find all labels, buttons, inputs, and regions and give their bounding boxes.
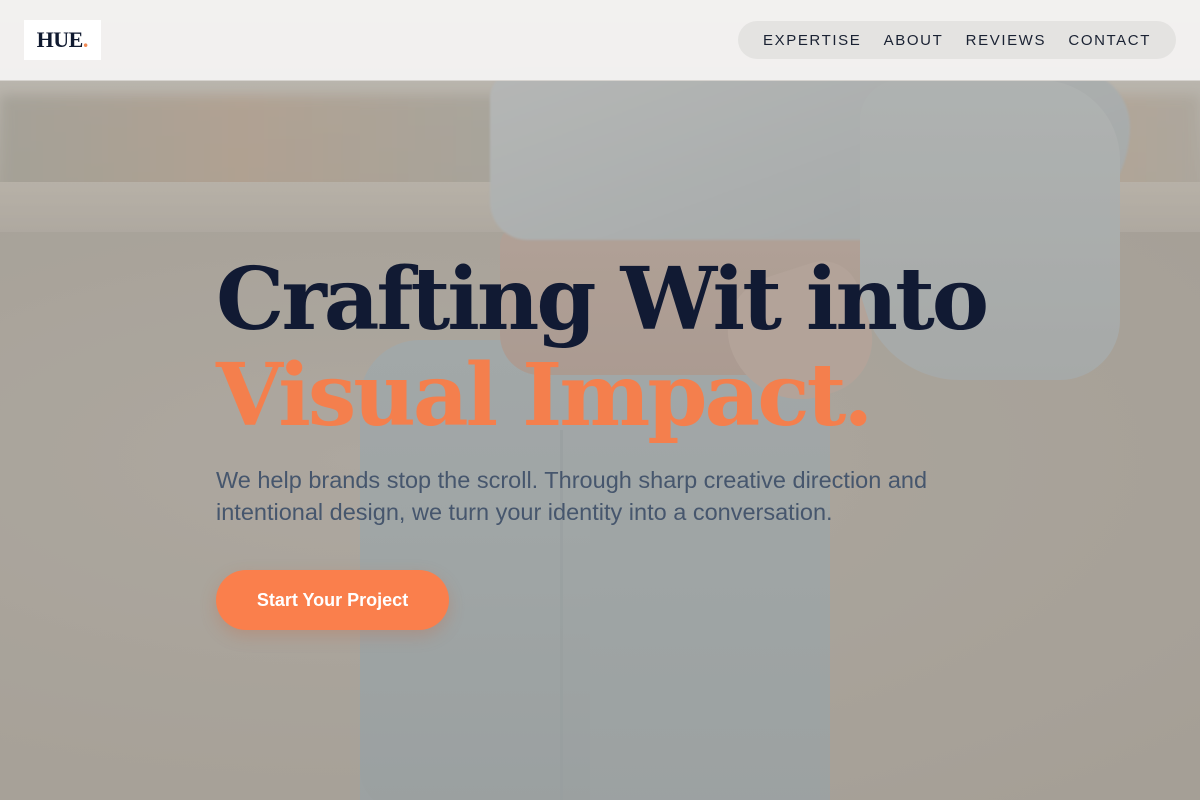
main-nav: EXPERTISE ABOUT REVIEWS CONTACT	[738, 21, 1176, 59]
hero-section: Crafting Wit into Visual Impact. We help…	[216, 250, 1016, 528]
hero-description: We help brands stop the scroll. Through …	[216, 467, 928, 525]
nav-link-reviews[interactable]: REVIEWS	[966, 32, 1046, 49]
headline-line-2: Visual Impact.	[216, 345, 873, 446]
brand-logo[interactable]: HUE.	[24, 20, 101, 60]
logo-text: HUE	[36, 27, 84, 52]
top-navbar: HUE. EXPERTISE ABOUT REVIEWS CONTACT	[0, 0, 1200, 81]
logo-dot: .	[82, 27, 89, 52]
headline-line-1: Crafting Wit into	[216, 249, 989, 350]
hero-headline: Crafting Wit into Visual Impact.	[216, 250, 1016, 442]
nav-link-contact[interactable]: CONTACT	[1068, 32, 1151, 49]
nav-link-expertise[interactable]: EXPERTISE	[763, 32, 861, 49]
nav-link-about[interactable]: ABOUT	[884, 32, 944, 49]
start-project-button[interactable]: Start Your Project	[216, 570, 449, 630]
